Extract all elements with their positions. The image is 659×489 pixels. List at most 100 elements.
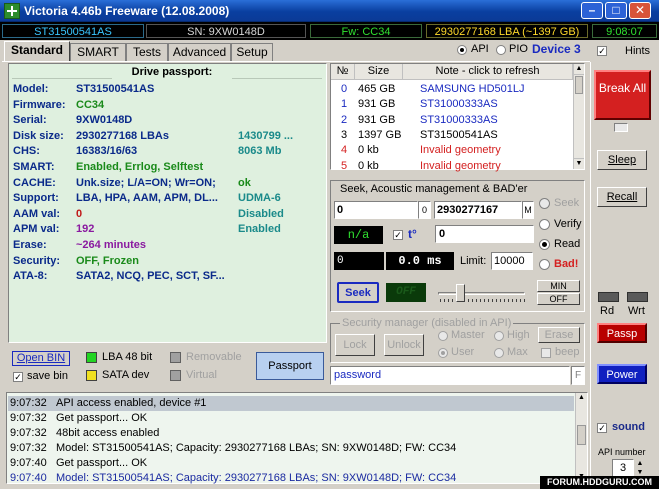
col-header-number[interactable]: №	[331, 64, 355, 80]
temperature-checkbox[interactable]: ✓	[393, 230, 403, 240]
high-radio[interactable]	[494, 331, 504, 341]
log-time: 9:07:40	[10, 472, 47, 484]
seek-radio[interactable]	[539, 198, 550, 209]
log-message: Get passport... OK	[56, 412, 148, 424]
passport-label: Model:	[13, 83, 49, 95]
sata-indicator	[86, 370, 97, 381]
slider-tick	[480, 299, 481, 302]
read-radio[interactable]	[539, 239, 550, 250]
master-radio[interactable]	[438, 331, 448, 341]
maximize-button[interactable]: □	[605, 2, 627, 19]
open-bin-button[interactable]: Open BIN	[12, 351, 70, 366]
sound-label: sound	[612, 421, 645, 433]
start-lba-input[interactable]: 0	[334, 201, 418, 219]
erase-button[interactable]: Erase	[538, 327, 580, 343]
bad-radio[interactable]	[539, 259, 550, 270]
min-button[interactable]: MIN	[537, 280, 580, 292]
tab-standard[interactable]: Standard	[4, 41, 70, 62]
tab-advanced[interactable]: Advanced	[168, 43, 231, 61]
acoustic-slider-track[interactable]	[438, 292, 525, 295]
minimize-button[interactable]: –	[581, 2, 603, 19]
save-bin-label: save bin	[27, 370, 68, 382]
passport-label: Security:	[13, 254, 61, 267]
passport-extra: 1430799 ...	[238, 129, 294, 142]
limit-input[interactable]: 10000	[491, 252, 533, 270]
device-note: ST31500541AS	[420, 128, 498, 141]
count-display: 0	[334, 252, 384, 270]
device-list-scrollbar[interactable]: ▲ ▼	[573, 64, 584, 169]
slider-tick	[472, 299, 473, 302]
tab-setup[interactable]: Setup	[231, 43, 273, 61]
slider-tick	[440, 299, 441, 302]
passport-extra: ok	[238, 176, 251, 189]
slider-tick	[488, 299, 489, 302]
close-button[interactable]: ✕	[629, 2, 651, 19]
lock-button[interactable]: Lock	[335, 334, 375, 356]
api-radio[interactable]	[457, 45, 467, 55]
lba48-label: LBA 48 bit	[102, 351, 153, 363]
save-bin-checkbox[interactable]: ✓	[13, 372, 23, 382]
clock-display: 9:08:07	[592, 24, 657, 38]
log-message: 48bit access enabled	[56, 427, 160, 439]
high-label: High	[507, 329, 530, 341]
seek-button[interactable]: Seek	[337, 282, 379, 303]
passport-label: AAM val:	[13, 207, 61, 220]
api-number-input[interactable]: 3	[612, 459, 634, 477]
password-f-button[interactable]: F	[571, 366, 585, 385]
passp-button[interactable]: Passp	[597, 323, 647, 343]
start-unit[interactable]: 0	[418, 201, 431, 219]
end-lba-input[interactable]: 2930277167	[434, 201, 522, 219]
log-row: 9:07:32 Model: ST31500541AS; Capacity: 29…	[10, 441, 580, 456]
power-button[interactable]: Power	[597, 364, 647, 384]
log-time: 9:07:32	[10, 397, 47, 409]
tab-smart[interactable]: SMART	[70, 43, 126, 61]
passport-label: CHS:	[13, 145, 40, 158]
passport-value: 2930277168 LBAs	[76, 129, 169, 142]
password-input[interactable]: password	[330, 366, 570, 385]
slider-tick	[504, 299, 505, 302]
passport-button[interactable]: Passport	[256, 352, 324, 380]
read-label: Read	[554, 238, 581, 250]
slider-tick	[468, 299, 469, 302]
col-header-note[interactable]: Note - click to refresh	[403, 64, 573, 80]
tab-tests[interactable]: Tests	[126, 43, 168, 61]
removable-indicator	[170, 352, 181, 363]
passport-label: Serial:	[13, 114, 47, 127]
watermark: FORUM.HDDGURU.COM	[540, 476, 659, 489]
max-radio[interactable]	[494, 348, 504, 358]
passport-value: CC34	[76, 98, 105, 111]
slider-tick	[448, 299, 449, 302]
beep-checkbox[interactable]	[541, 348, 551, 358]
passport-label: SMART:	[13, 161, 55, 173]
api-number-spinner[interactable]: ▲ ▼	[635, 459, 645, 477]
sleep-button[interactable]: Sleep	[597, 150, 647, 170]
passport-value: ST31500541AS	[76, 83, 155, 95]
unlock-button[interactable]: Unlock	[384, 334, 424, 356]
device-n: 1	[340, 98, 348, 111]
sound-checkbox[interactable]: ✓	[597, 423, 607, 433]
ms-display: 0.0 ms	[386, 252, 454, 270]
device-n: 3	[340, 128, 348, 141]
device-label: Device 3	[532, 42, 581, 56]
user-radio[interactable]	[438, 348, 448, 358]
hints-checkbox[interactable]: ✓	[597, 46, 607, 56]
log-message: Model: ST31500541AS; Capacity: 293027716…	[56, 442, 457, 454]
block-value-input[interactable]: 0	[435, 225, 534, 243]
pio-radio[interactable]	[496, 45, 506, 55]
wrt-label: Wrt	[628, 305, 645, 317]
device-note: ST31000333AS	[420, 98, 498, 111]
recall-button[interactable]: Recall	[597, 187, 647, 207]
break-all-button[interactable]: Break All	[594, 70, 651, 120]
end-unit[interactable]: M	[522, 201, 534, 219]
api-label: API	[471, 43, 489, 55]
verify-radio[interactable]	[539, 219, 550, 230]
app-icon	[4, 3, 20, 19]
passport-label: CACHE:	[13, 176, 56, 189]
break-all-label: Break All	[598, 81, 647, 95]
off-button[interactable]: OFF	[537, 293, 580, 305]
passport-label: Firmware:	[13, 98, 66, 111]
acoustic-slider-thumb[interactable]	[456, 284, 465, 302]
col-header-size[interactable]: Size	[355, 64, 403, 80]
firmware-display: Fw: CC34	[310, 24, 422, 38]
passport-value: Enabled, Errlog, Selftest	[76, 161, 204, 173]
